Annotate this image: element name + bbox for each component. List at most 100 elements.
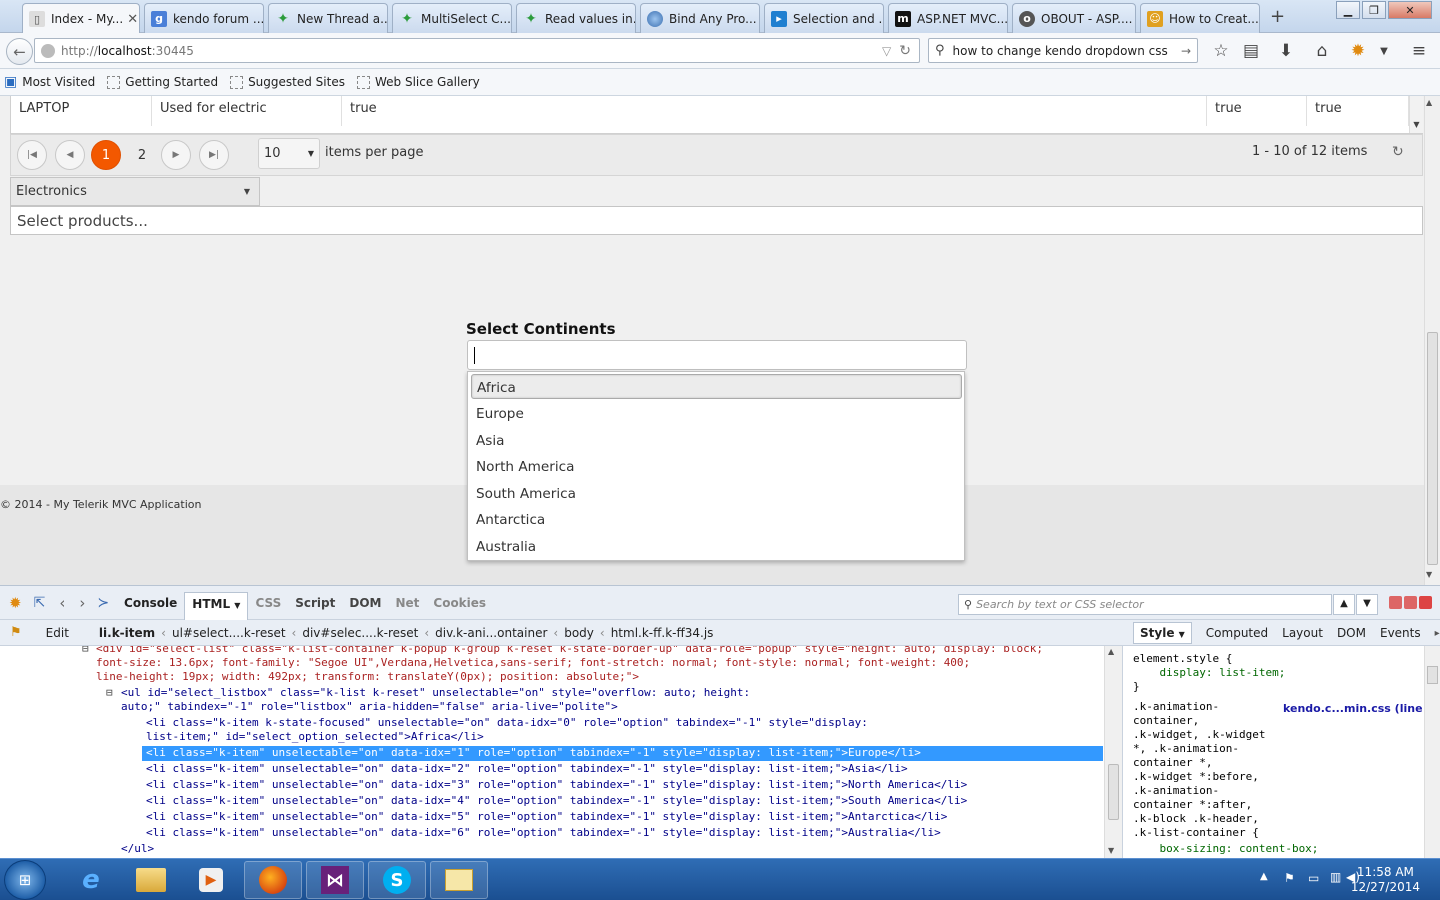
html-source-line[interactable]: line-height: 19px; width: 492px; transfo… <box>96 670 639 684</box>
html-source-line[interactable]: <ul id="select_listbox" class="k-list k-… <box>121 686 750 700</box>
collapse-toggle-icon[interactable]: ⊟ <box>82 646 89 656</box>
css-rule-line[interactable]: element.style { <box>1133 652 1232 666</box>
break-on-mutate-icon[interactable]: ⚑ <box>10 625 22 640</box>
html-source-line[interactable]: <li class="k-item" unselectable="on" dat… <box>146 826 941 840</box>
collapse-toggle-icon[interactable]: ⊟ <box>106 686 113 700</box>
continent-option[interactable]: Africa <box>471 374 962 399</box>
html-source-line[interactable]: <li class="k-item" unselectable="on" dat… <box>146 794 967 808</box>
html-source-line[interactable]: </ul> <box>121 842 154 856</box>
minimize-firebug-icon[interactable] <box>1389 596 1402 609</box>
breadcrumb-item[interactable]: ul#select....k-reset <box>166 626 292 640</box>
css-source-link[interactable]: kendo.c...min.css (line 9) <box>1283 702 1439 716</box>
close-window-button[interactable]: ✕ <box>1388 1 1432 19</box>
menu-icon[interactable]: ≡ <box>1409 41 1429 61</box>
firebug-menu-chevron-icon[interactable]: ▼ <box>1374 41 1394 61</box>
continent-option[interactable]: Europe <box>471 401 962 426</box>
show-hidden-icons[interactable]: ▲ <box>1260 871 1268 882</box>
more-tabs-icon[interactable]: ▸ <box>1435 628 1440 639</box>
css-rule-line[interactable]: .k-widget *:before, <box>1133 770 1259 784</box>
side-tab-layout[interactable]: Layout <box>1282 626 1323 640</box>
firebug-icon[interactable]: ✹ <box>9 594 22 612</box>
html-source-line[interactable]: <div id="select-list" class="k-list-cont… <box>96 646 1043 656</box>
taskbar-visual-studio[interactable]: ⋈ <box>306 861 364 899</box>
action-center-icon[interactable]: ⚑ <box>1284 871 1295 885</box>
forward-arrow-icon[interactable]: › <box>79 594 85 612</box>
refresh-icon[interactable]: ↻ <box>1392 144 1404 160</box>
html-source-line[interactable]: list-item;" id="select_option_selected">… <box>146 730 484 744</box>
bookmark-web-slice-gallery[interactable]: Web Slice Gallery <box>356 75 480 89</box>
html-panel-scrollbar[interactable]: ▲ ▼ <box>1104 646 1122 858</box>
maximize-button[interactable]: ❐ <box>1362 1 1386 19</box>
taskbar-firefox[interactable] <box>244 861 302 899</box>
html-source-line[interactable]: auto;" tabindex="-1" role="listbox" aria… <box>121 700 618 714</box>
side-tab-events[interactable]: Events <box>1380 626 1421 640</box>
browser-tab[interactable]: ▯ Index - My... ✕ <box>22 3 140 34</box>
close-tab-icon[interactable]: ✕ <box>123 12 138 27</box>
url-dropdown-icon[interactable]: ▽ <box>882 44 891 58</box>
category-dropdown[interactable]: Electronics ▼ <box>10 177 260 206</box>
next-page-button[interactable]: ▶ <box>161 140 191 170</box>
page-number[interactable]: 2 <box>127 140 157 170</box>
browser-tab[interactable]: g kendo forum ... <box>144 3 264 33</box>
css-rule-line[interactable]: *, .k-animation- <box>1133 742 1239 756</box>
grid-cell[interactable]: true <box>342 96 1207 126</box>
bookmark-getting-started[interactable]: Getting Started <box>107 75 218 89</box>
continent-option[interactable]: Asia <box>471 428 962 453</box>
url-bar[interactable]: http://localhost:30445 ▽ ↻ <box>34 38 920 63</box>
system-clock[interactable]: 11:58 AM 12/27/2014 <box>1351 865 1420 895</box>
continent-option[interactable]: Australia <box>471 534 962 559</box>
back-button[interactable]: ← <box>6 38 33 65</box>
html-source-line[interactable]: <li class="k-item" unselectable="on" dat… <box>146 778 967 792</box>
breadcrumb-item[interactable]: div#selec....k-reset <box>296 626 424 640</box>
css-rule-line[interactable]: container *:after, <box>1133 798 1252 812</box>
tab-script[interactable]: Script <box>288 592 342 614</box>
css-rule-line[interactable]: .k-list-container { <box>1133 826 1259 840</box>
start-button[interactable]: ⊞ <box>4 860 46 900</box>
css-rule-line[interactable]: .k-animation- <box>1133 700 1219 714</box>
css-rule-line[interactable]: display: list-item; <box>1133 666 1285 680</box>
display-icon[interactable]: ▭ <box>1308 871 1319 885</box>
search-next-button[interactable]: ▼ <box>1356 594 1378 615</box>
taskbar-outlook[interactable] <box>430 861 488 899</box>
taskbar-media-player[interactable]: ▶ <box>182 861 240 899</box>
css-rule-line[interactable]: .k-block .k-header, <box>1133 812 1259 826</box>
downloads-icon[interactable]: ⬇ <box>1276 41 1296 61</box>
css-rule-line[interactable]: .k-widget, .k-widget <box>1133 728 1265 742</box>
breadcrumb-item[interactable]: li.k-item <box>93 626 161 640</box>
prev-page-button[interactable]: ◀ <box>55 140 85 170</box>
side-tab-style[interactable]: Style ▼ <box>1133 622 1192 644</box>
side-tab-computed[interactable]: Computed <box>1206 626 1268 640</box>
browser-tab[interactable]: ✦ New Thread a... <box>268 3 388 33</box>
search-go-icon[interactable]: → <box>1181 44 1191 58</box>
taskbar-file-explorer[interactable] <box>122 861 180 899</box>
browser-tab[interactable]: ▸ Selection and ... <box>764 3 884 33</box>
new-tab-button[interactable]: + <box>1270 6 1285 27</box>
css-rule-line[interactable]: box-sizing: content-box; <box>1133 842 1318 856</box>
page-number-current[interactable]: 1 <box>91 140 121 170</box>
products-multiselect[interactable]: Select products... <box>10 206 1423 235</box>
scroll-down-icon[interactable]: ▼ <box>1426 570 1432 579</box>
tab-cookies[interactable]: Cookies <box>426 592 493 614</box>
breadcrumb-item[interactable]: div.k-ani...ontainer <box>429 626 553 640</box>
edit-button[interactable]: Edit <box>40 626 75 640</box>
side-tab-dom[interactable]: DOM <box>1337 626 1366 640</box>
tab-html[interactable]: HTML ▼ <box>184 591 249 620</box>
browser-tab[interactable]: m ASP.NET MVC... <box>888 3 1008 33</box>
first-page-button[interactable]: |◀ <box>17 140 47 170</box>
grid-cell[interactable]: Used for electric <box>152 96 342 126</box>
bookmarks-list-icon[interactable]: ▤ <box>1241 41 1261 61</box>
scroll-up-icon[interactable]: ▲ <box>1426 98 1432 107</box>
home-icon[interactable]: ⌂ <box>1312 41 1332 61</box>
breadcrumb-item[interactable]: html.k-ff.k-ff34.js <box>605 626 720 640</box>
continent-option[interactable]: South America <box>471 481 962 506</box>
scroll-thumb[interactable] <box>1427 666 1438 684</box>
html-source-line[interactable]: font-size: 13.6px; font-family: "Segoe U… <box>96 656 970 670</box>
command-line-icon[interactable]: ≻ <box>97 595 109 611</box>
tab-console[interactable]: Console <box>117 592 184 614</box>
continents-multiselect-input[interactable] <box>467 340 967 370</box>
browser-tab[interactable]: ✦ Read values in... <box>516 3 636 33</box>
browser-tab[interactable]: Bind Any Pro... <box>640 3 760 33</box>
css-rule-line[interactable]: container, <box>1133 714 1199 728</box>
scroll-up-icon[interactable]: ▲ <box>1108 647 1114 656</box>
browser-tab[interactable]: ☺ How to Creat... <box>1140 3 1260 33</box>
